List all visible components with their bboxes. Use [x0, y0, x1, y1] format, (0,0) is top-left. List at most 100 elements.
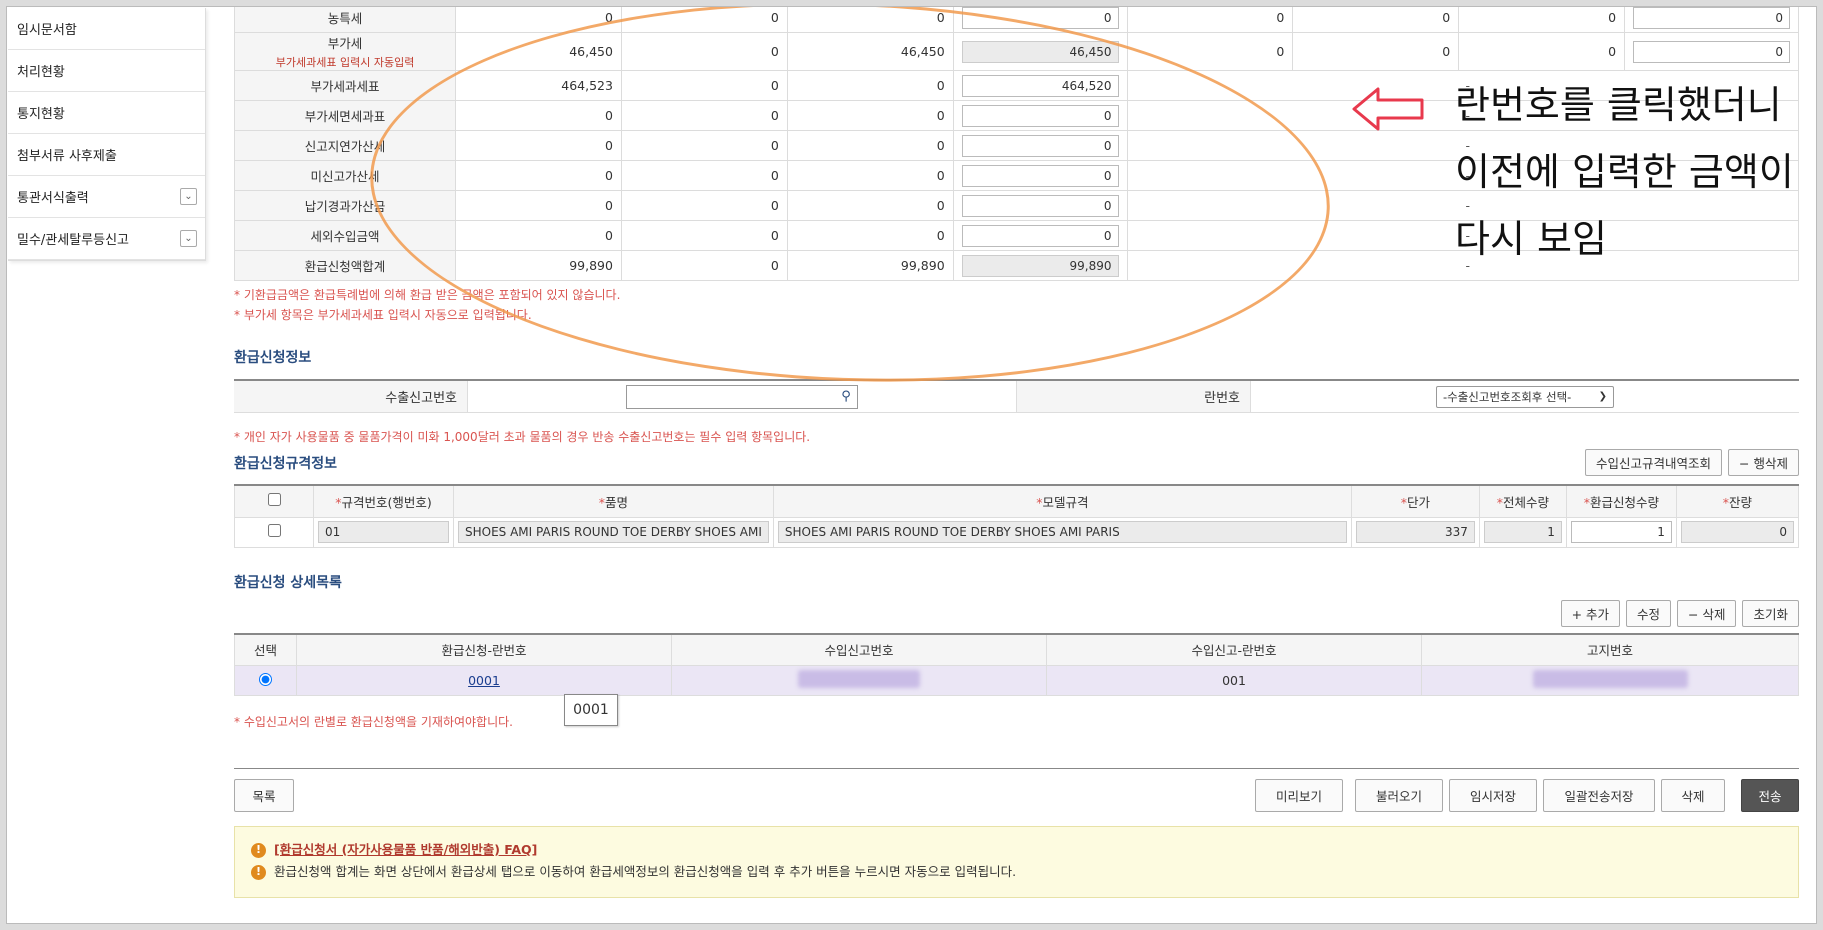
- sidebar-item-smuggling-report[interactable]: 밀수/관세탈루등신고 ⌄: [8, 218, 205, 260]
- spec-no-value: 01: [318, 521, 449, 543]
- export-number-cell: ⚲: [468, 381, 1017, 412]
- sidebar-item-label: 통지현황: [17, 107, 65, 122]
- col-spec-no: *규격번호(행번호): [313, 484, 454, 518]
- amount-label: 미신고가산세: [233, 160, 457, 191]
- send-button[interactable]: 전송: [1741, 779, 1799, 812]
- amount-value: 0: [1458, 2, 1626, 33]
- line-number-select-value: -수출신고번호조회후 선택-: [1443, 389, 1572, 404]
- sidebar-item-label: 통관서식출력: [17, 191, 89, 206]
- faq-link[interactable]: [환급신청서 (자가사용물품 반품/해외반출) FAQ]: [274, 839, 537, 861]
- search-icon[interactable]: ⚲: [835, 386, 857, 408]
- preview-button[interactable]: 미리보기: [1255, 779, 1343, 812]
- import-line-value: 001: [1046, 665, 1422, 696]
- chevron-down-icon[interactable]: ⌄: [180, 188, 197, 205]
- refund-amount-input[interactable]: 0: [961, 104, 1119, 127]
- load-button[interactable]: 불러오기: [1355, 779, 1443, 812]
- model-value: SHOES AMI PARIS ROUND TOE DERBY SHOES AM…: [777, 521, 1347, 543]
- refund-amount-input[interactable]: 0: [961, 134, 1119, 157]
- sidebar-item-status[interactable]: 처리현황: [8, 50, 205, 92]
- remaining-value: 0: [1680, 521, 1794, 543]
- edit-button[interactable]: 수정: [1626, 599, 1672, 627]
- amount-value: 0: [1126, 32, 1294, 71]
- amount-value: 46,450: [455, 32, 622, 71]
- section-title-refund-info: 환급신청정보: [234, 350, 312, 366]
- delete-button[interactable]: − 삭제: [1677, 599, 1737, 627]
- amount-input[interactable]: 0: [1633, 6, 1790, 29]
- refund-amount-input: 46,450: [961, 40, 1119, 63]
- table-row[interactable]: 0001 001: [234, 665, 1799, 696]
- amount-value: 0: [620, 250, 788, 281]
- export-number-input[interactable]: ⚲: [626, 384, 858, 409]
- row-checkbox[interactable]: [267, 524, 281, 537]
- line-number-tooltip: 0001: [564, 694, 618, 726]
- annotation-text: 란번호를 클릭했더니 이전에 입력한 금액이 다시 보임: [1455, 72, 1794, 273]
- sidebar-item-forms-print[interactable]: 통관서식출력 ⌄: [8, 176, 205, 218]
- sidebar-item-notices[interactable]: 통지현황: [8, 92, 205, 134]
- refund-info-row: 수출신고번호 ⚲ 란번호 -수출신고번호조회후 선택- ❯: [234, 379, 1799, 413]
- col-model: *모델규격: [772, 484, 1352, 518]
- section-title-detail-list: 환급신청 상세목록: [234, 574, 342, 591]
- amount-value: 0: [620, 220, 788, 251]
- line-number-label: 란번호: [1017, 381, 1251, 412]
- amount-value: 0: [455, 160, 622, 191]
- faq-text: 환급신청액 합계는 화면 상단에서 환급상세 탭으로 이동하여 환급세액정보의 …: [274, 864, 1017, 879]
- sidebar-item-label: 밀수/관세탈루등신고: [17, 233, 130, 248]
- reset-button[interactable]: 초기화: [1742, 599, 1799, 627]
- total-qty-value: 1: [1483, 521, 1562, 543]
- sidebar: 임시문서함 처리현황 통지현황 첨부서류 사후제출 통관서식출력 ⌄ 밀수/관세탈…: [8, 8, 206, 261]
- annotation-line: 다시 보임: [1455, 217, 1607, 261]
- notice-number-redacted: [1532, 670, 1688, 688]
- section-title-spec-info: 환급신청규격정보: [234, 455, 338, 472]
- amount-value: 0: [620, 70, 788, 101]
- import-number-redacted: [798, 670, 920, 688]
- amount-sublabel: 부가세과세표 입력시 자동입력: [275, 56, 415, 69]
- refund-line-link[interactable]: 0001: [468, 673, 500, 688]
- amount-value: 0: [620, 32, 788, 71]
- refund-amount-input[interactable]: 0: [961, 224, 1119, 247]
- list-button[interactable]: 목록: [234, 779, 294, 812]
- amount-value: 0: [786, 2, 954, 33]
- note-line-refund: * 수입신고서의 란별로 환급신청액을 기재하여야합니다.: [234, 715, 513, 729]
- sidebar-item-label: 첨부서류 사후제출: [17, 149, 117, 164]
- bottom-action-bar: 목록 미리보기 불러오기 임시저장 일괄전송저장 삭제 전송: [234, 768, 1799, 812]
- refund-amount-input[interactable]: 0: [961, 6, 1119, 29]
- amount-value: 0: [786, 220, 954, 251]
- select-all-checkbox[interactable]: [267, 493, 281, 507]
- col-import-no: 수입신고번호: [671, 633, 1047, 666]
- amount-label: 환급신청액합계: [233, 250, 457, 281]
- add-button[interactable]: + 추가: [1560, 599, 1621, 627]
- row-radio[interactable]: [259, 672, 272, 686]
- amount-row: 부가세 부가세과세표 입력시 자동입력 46,450 0 46,450 46,450 0 0 0…: [233, 32, 1799, 71]
- amount-label: 신고지연가산세: [233, 130, 457, 161]
- col-refund-qty: *환급신청수량: [1565, 484, 1677, 518]
- import-spec-lookup-button[interactable]: 수입신고규격내역조회: [1585, 449, 1723, 476]
- sidebar-item-temp-docs[interactable]: 임시문서함: [8, 8, 205, 50]
- delete-row-button[interactable]: − 행삭제: [1728, 449, 1799, 476]
- amount-label: 부가세면세과표: [233, 100, 457, 131]
- delete-doc-button[interactable]: 삭제: [1661, 779, 1725, 812]
- amount-value: 0: [1292, 32, 1460, 71]
- col-unit-price: *단가: [1350, 484, 1480, 518]
- amount-value: 0: [786, 190, 954, 221]
- amount-value: 0: [1126, 2, 1294, 33]
- faq-notice-box: ! [환급신청서 (자가사용물품 반품/해외반출) FAQ] ! 환급신청액 합계는…: [234, 826, 1799, 898]
- item-name-value: SHOES AMI PARIS ROUND TOE DERBY SHOES AM…: [458, 521, 769, 543]
- amount-value: 0: [620, 190, 788, 221]
- amount-value: 0: [786, 160, 954, 191]
- batch-save-button[interactable]: 일괄전송저장: [1543, 779, 1655, 812]
- spec-table: *규격번호(행번호) *품명 *모델규격 *단가 *전체수량 *환급신청수량 *…: [234, 484, 1800, 548]
- export-number-label: 수출신고번호: [234, 381, 468, 412]
- sidebar-item-attachments[interactable]: 첨부서류 사후제출: [8, 134, 205, 176]
- col-select: 선택: [234, 633, 297, 666]
- note-export-required: * 개인 자가 사용물품 중 물품가격이 미화 1,000달러 초과 물품의 경…: [234, 430, 811, 444]
- refund-amount-input[interactable]: 464,520: [961, 74, 1119, 97]
- refund-amount-input[interactable]: 0: [961, 194, 1119, 217]
- line-number-select[interactable]: -수출신고번호조회후 선택- ❯: [1436, 385, 1614, 408]
- refund-amount-input[interactable]: 0: [961, 164, 1119, 187]
- amount-input[interactable]: 0: [1633, 40, 1790, 63]
- chevron-down-icon[interactable]: ⌄: [180, 230, 197, 247]
- temp-save-button[interactable]: 임시저장: [1449, 779, 1537, 812]
- refund-qty-input[interactable]: 1: [1570, 521, 1672, 543]
- amount-value: 99,890: [786, 250, 954, 281]
- amount-value: 0: [620, 130, 788, 161]
